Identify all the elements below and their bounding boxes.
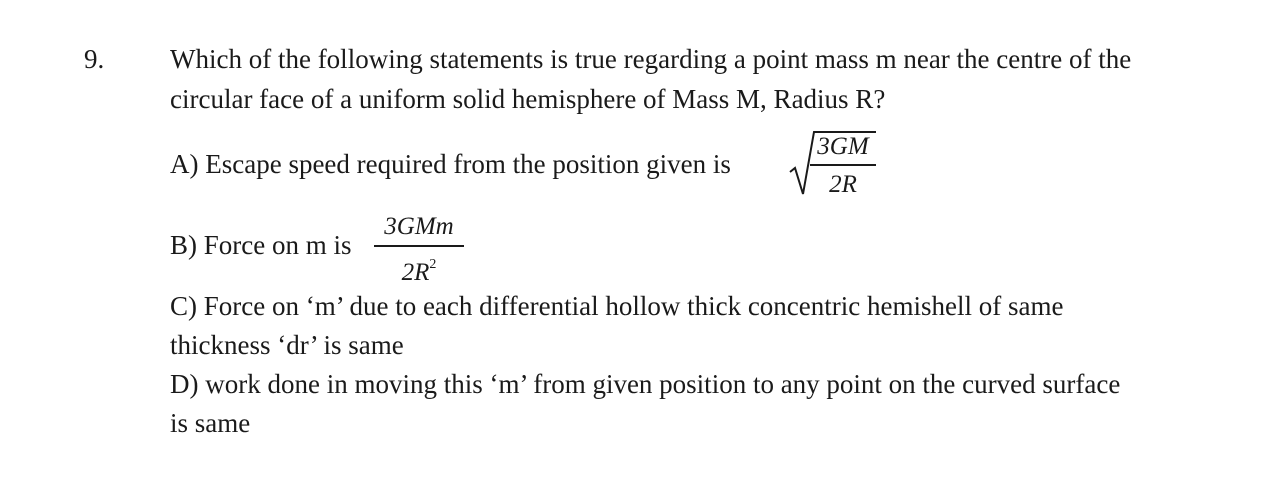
question-stem-line-2: circular face of a uniform solid hemisph… <box>170 84 886 114</box>
option-b-fraction: 3GMm 2R2 <box>374 212 464 286</box>
fraction-bar <box>810 164 876 166</box>
option-b-denominator-exponent: 2 <box>429 257 437 272</box>
option-d-line-2: is same <box>170 408 251 438</box>
option-a-fraction: 3GM 2R <box>810 132 876 198</box>
question-number: 9. <box>84 44 105 74</box>
option-c-line-1: C) Force on ‘m’ due to each differential… <box>170 291 1064 321</box>
option-b-text: B) Force on m is <box>170 230 352 260</box>
fraction-bar <box>374 245 464 247</box>
option-b-denominator-base: 2R <box>401 259 430 286</box>
option-a-denominator: 2R <box>829 171 857 198</box>
option-a-numerator: 3GM <box>817 133 869 160</box>
option-a-text: A) Escape speed required from the positi… <box>170 149 731 179</box>
option-d-line-1: D) work done in moving this ‘m’ from giv… <box>170 369 1121 399</box>
option-b-denominator: 2R2 <box>374 250 464 288</box>
option-b-numerator: 3GMm <box>384 213 454 240</box>
option-c-line-2: thickness ‘dr’ is same <box>170 330 404 360</box>
question-stem-line-1: Which of the following statements is tru… <box>170 44 1132 74</box>
